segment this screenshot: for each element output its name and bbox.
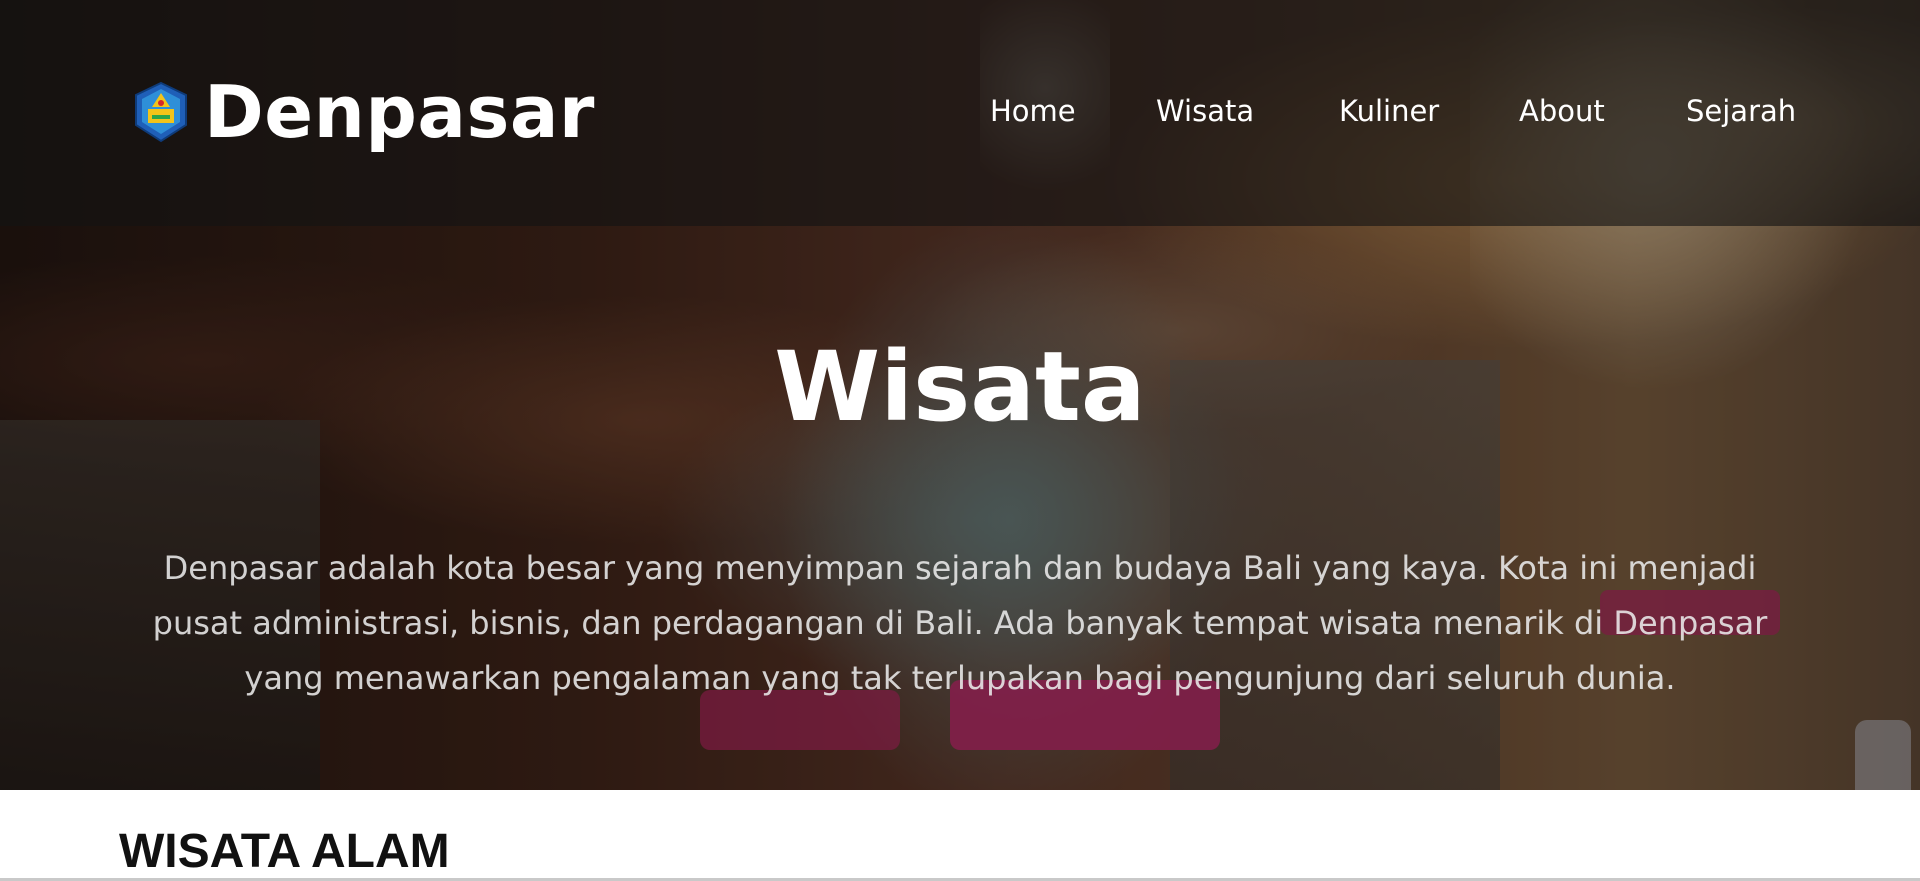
nav-menu: Home Wisata Kuliner About Sejarah [990, 91, 1826, 131]
page: Wisata Denpasar adalah kota besar yang m… [0, 0, 1920, 881]
denpasar-emblem-icon [135, 81, 187, 143]
nav-link-kuliner[interactable]: Kuliner [1339, 91, 1519, 131]
nav-link-sejarah[interactable]: Sejarah [1686, 91, 1826, 131]
brand-name: Denpasar [204, 70, 595, 154]
nav-link-home[interactable]: Home [990, 91, 1156, 131]
brand[interactable]: Denpasar [130, 70, 595, 154]
nav-link-about[interactable]: About [1519, 91, 1686, 131]
hero-description: Denpasar adalah kota besar yang menyimpa… [152, 549, 1768, 697]
hero-title: Wisata [774, 331, 1146, 443]
nav-link-wisata[interactable]: Wisata [1156, 91, 1339, 131]
scroll-to-top-button[interactable] [1855, 720, 1911, 790]
navbar: Denpasar Home Wisata Kuliner About Sejar… [0, 0, 1920, 226]
section-title: WISATA ALAM [119, 825, 450, 878]
